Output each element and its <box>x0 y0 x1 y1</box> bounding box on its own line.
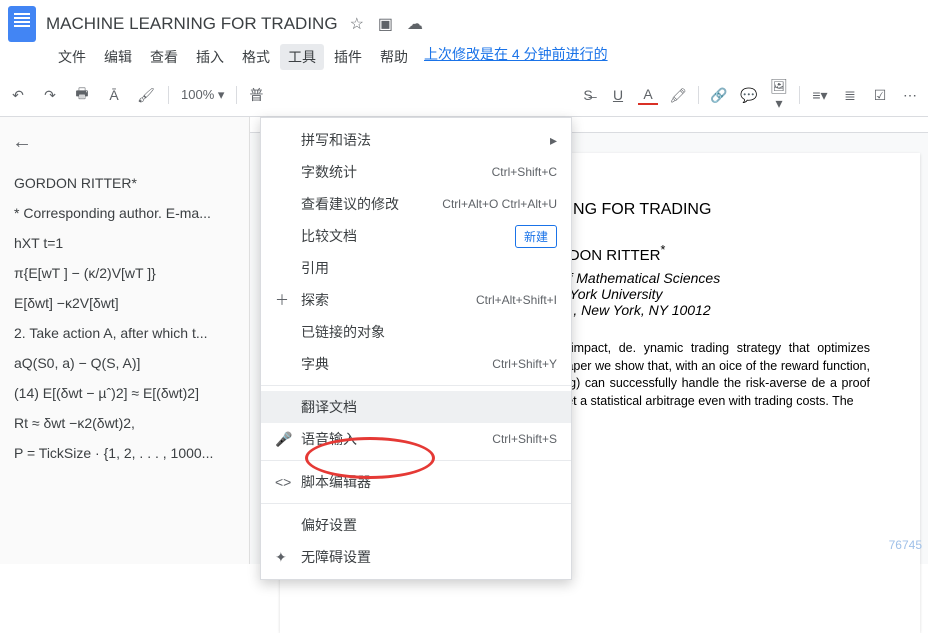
style-select[interactable]: 普 <box>249 85 263 105</box>
link-icon[interactable]: 🔗 <box>709 87 729 104</box>
shortcut-label: Ctrl+Shift+Y <box>492 357 557 371</box>
outline-item[interactable]: hXT t=1 <box>12 228 237 258</box>
menu-bar: 文件 编辑 查看 插入 格式 工具 插件 帮助 上次修改是在 4 分钟前进行的 <box>0 44 928 74</box>
star-icon[interactable]: ☆ <box>350 14 364 34</box>
shortcut-label: Ctrl+Shift+S <box>492 432 557 446</box>
dropdown-item[interactable]: <>脚本编辑器 <box>261 466 571 498</box>
shortcut-label: Ctrl+Shift+C <box>492 165 557 179</box>
dropdown-item[interactable]: 偏好设置 <box>261 509 571 541</box>
dropdown-item-label: 已链接的对象 <box>301 322 557 342</box>
text-color-icon[interactable]: A <box>638 86 658 105</box>
line-spacing-icon[interactable]: ≣ <box>840 87 860 104</box>
dropdown-item-icon: ✦ <box>275 549 301 566</box>
dropdown-item-label: 查看建议的修改 <box>301 194 442 214</box>
undo-icon[interactable]: ↶ <box>8 87 28 104</box>
docs-logo-icon[interactable] <box>8 6 36 42</box>
outline-item[interactable]: π{E[wT ] − (κ/2)V[wT ]} <box>12 258 237 288</box>
paint-format-icon[interactable]: 🖌 <box>136 87 156 104</box>
checklist-icon[interactable]: ☑ <box>870 87 890 104</box>
move-icon[interactable]: ▣ <box>378 14 393 34</box>
new-badge[interactable]: 新建 <box>515 225 557 248</box>
dropdown-item-label: 偏好设置 <box>301 515 557 535</box>
print-icon[interactable]: 🖶 <box>72 83 92 107</box>
menu-insert[interactable]: 插入 <box>188 44 232 70</box>
align-icon[interactable]: ≡▾ <box>810 87 830 104</box>
outline-sidebar: ← GORDON RITTER** Corresponding author. … <box>0 117 250 564</box>
dropdown-item[interactable]: 字数统计Ctrl+Shift+C <box>261 156 571 188</box>
toolbar: ↶ ↷ 🖶 Ā 🖌 100% ▾ 普 S̶ U A 🖍 🔗 💬 🖼▾ ≡▾ ≣ … <box>0 74 928 117</box>
outline-item[interactable]: GORDON RITTER* <box>12 168 237 198</box>
dropdown-item-icon: ＋ <box>275 290 301 310</box>
more-icon[interactable]: ⋯ <box>900 87 920 104</box>
dropdown-item-label: 字典 <box>301 354 492 374</box>
outline-item[interactable]: P = TickSize · {1, 2, . . . , 1000... <box>12 438 237 468</box>
menu-edit[interactable]: 编辑 <box>96 44 140 70</box>
menu-help[interactable]: 帮助 <box>372 44 416 70</box>
dropdown-item-label: 引用 <box>301 258 557 278</box>
dropdown-item[interactable]: 查看建议的修改Ctrl+Alt+O Ctrl+Alt+U <box>261 188 571 220</box>
back-arrow-icon[interactable]: ← <box>12 131 237 154</box>
dropdown-item[interactable]: 拼写和语法▸ <box>261 124 571 156</box>
dropdown-item-label: 语音输入 <box>301 429 492 449</box>
dropdown-item[interactable]: 引用 <box>261 252 571 284</box>
menu-format[interactable]: 格式 <box>234 44 278 70</box>
shortcut-label: Ctrl+Alt+O Ctrl+Alt+U <box>442 197 557 211</box>
strike-icon[interactable]: S̶ <box>578 87 598 103</box>
dropdown-item-icon: 🎤 <box>275 431 301 448</box>
outline-item[interactable]: Rt ≈ δwt −κ2(δwt)2, <box>12 408 237 438</box>
outline-item[interactable]: * Corresponding author. E-ma... <box>12 198 237 228</box>
dropdown-item[interactable]: ＋探索Ctrl+Alt+Shift+I <box>261 284 571 316</box>
document-title[interactable]: MACHINE LEARNING FOR TRADING <box>46 14 338 34</box>
dropdown-item-label: 脚本编辑器 <box>301 472 557 492</box>
dropdown-item-label: 无障碍设置 <box>301 547 557 567</box>
comment-icon[interactable]: 💬 <box>739 87 759 104</box>
dropdown-item[interactable]: 翻译文档 <box>261 391 571 423</box>
outline-item[interactable]: E[δwt] −κ2V[δwt] <box>12 288 237 318</box>
watermark: 76745 <box>889 538 922 552</box>
menu-addons[interactable]: 插件 <box>326 44 370 70</box>
cloud-status-icon[interactable]: ☁ <box>407 14 423 34</box>
image-icon[interactable]: 🖼▾ <box>769 78 789 112</box>
dropdown-item-icon: <> <box>275 474 301 490</box>
underline-icon[interactable]: U <box>608 87 628 103</box>
outline-item[interactable]: aQ(S0, a) − Q(S, A)] <box>12 348 237 378</box>
dropdown-item[interactable]: ✦无障碍设置 <box>261 541 571 573</box>
dropdown-item-label: 翻译文档 <box>301 397 557 417</box>
dropdown-item-label: 拼写和语法 <box>301 130 550 150</box>
dropdown-item[interactable]: 🎤语音输入Ctrl+Shift+S <box>261 423 571 455</box>
dropdown-item-label: 字数统计 <box>301 162 492 182</box>
zoom-dropdown[interactable]: 100% ▾ <box>181 87 224 103</box>
dropdown-item[interactable]: 已链接的对象 <box>261 316 571 348</box>
menu-file[interactable]: 文件 <box>50 44 94 70</box>
outline-item[interactable]: 2. Take action A, after which t... <box>12 318 237 348</box>
title-bar: MACHINE LEARNING FOR TRADING ☆ ▣ ☁ <box>0 0 928 44</box>
dropdown-item[interactable]: 比较文档新建 <box>261 220 571 252</box>
dropdown-item[interactable]: 字典Ctrl+Shift+Y <box>261 348 571 380</box>
outline-item[interactable]: (14) E[(δwt − µˆ)2] ≈ E[(δwt)2] <box>12 378 237 408</box>
dropdown-item-label: 比较文档 <box>301 226 515 246</box>
menu-view[interactable]: 查看 <box>142 44 186 70</box>
shortcut-label: Ctrl+Alt+Shift+I <box>476 293 557 307</box>
redo-icon[interactable]: ↷ <box>40 87 60 104</box>
highlight-icon[interactable]: 🖍 <box>668 87 688 104</box>
submenu-arrow-icon: ▸ <box>550 132 557 149</box>
last-edit-link[interactable]: 上次修改是在 4 分钟前进行的 <box>424 44 608 70</box>
spellcheck-icon[interactable]: Ā <box>104 87 124 103</box>
tools-dropdown: 拼写和语法▸字数统计Ctrl+Shift+C查看建议的修改Ctrl+Alt+O … <box>260 117 572 580</box>
menu-tools[interactable]: 工具 <box>280 44 324 70</box>
dropdown-item-label: 探索 <box>301 290 476 310</box>
